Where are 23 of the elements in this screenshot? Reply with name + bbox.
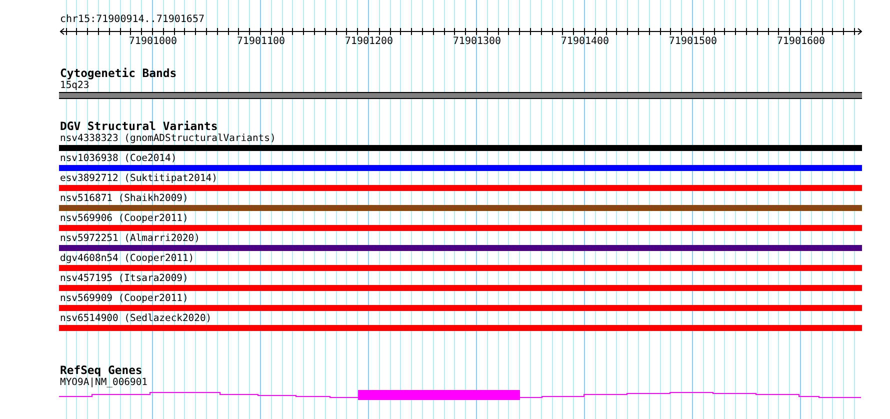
feature-label: nsv5972251 (Almarri2020) (60, 233, 200, 245)
feature-label: 15q23 (60, 80, 90, 92)
ruler-tick-label: 71901400 (560, 36, 610, 48)
ruler-tick-label: 71901600 (776, 36, 826, 48)
feature-label: nsv457195 (Itsara2009) (60, 273, 188, 285)
ruler-tick-label: 71901000 (128, 36, 178, 48)
track-title: Cytogenetic Bands (60, 67, 177, 80)
feature-label: dgv4608n54 (Cooper2011) (60, 253, 194, 265)
ruler-tick-label: 71901200 (344, 36, 394, 48)
feature-label: nsv6514900 (Sedlazeck2020) (60, 313, 212, 325)
feature-label: nsv1036938 (Coe2014) (60, 153, 177, 165)
location-label: chr15:71900914..71901657 (60, 14, 204, 26)
feature-label: nsv516871 (Shaikh2009) (60, 193, 188, 205)
ruler-tick-label: 71901500 (668, 36, 718, 48)
feature-label: nsv569909 (Cooper2011) (60, 293, 188, 305)
ruler-tick-label: 71901100 (236, 36, 286, 48)
ruler-tick-label: 71901300 (452, 36, 502, 48)
track-title: DGV Structural Variants (60, 120, 218, 133)
feature-label: MYO9A|NM_006901 (60, 377, 148, 389)
feature-label: esv3892712 (Suktitipat2014) (60, 173, 218, 185)
feature-label: nsv4338323 (gnomADStructuralVariants) (60, 133, 276, 145)
feature-label: nsv569906 (Cooper2011) (60, 213, 188, 225)
track-title: RefSeq Genes (60, 364, 142, 377)
